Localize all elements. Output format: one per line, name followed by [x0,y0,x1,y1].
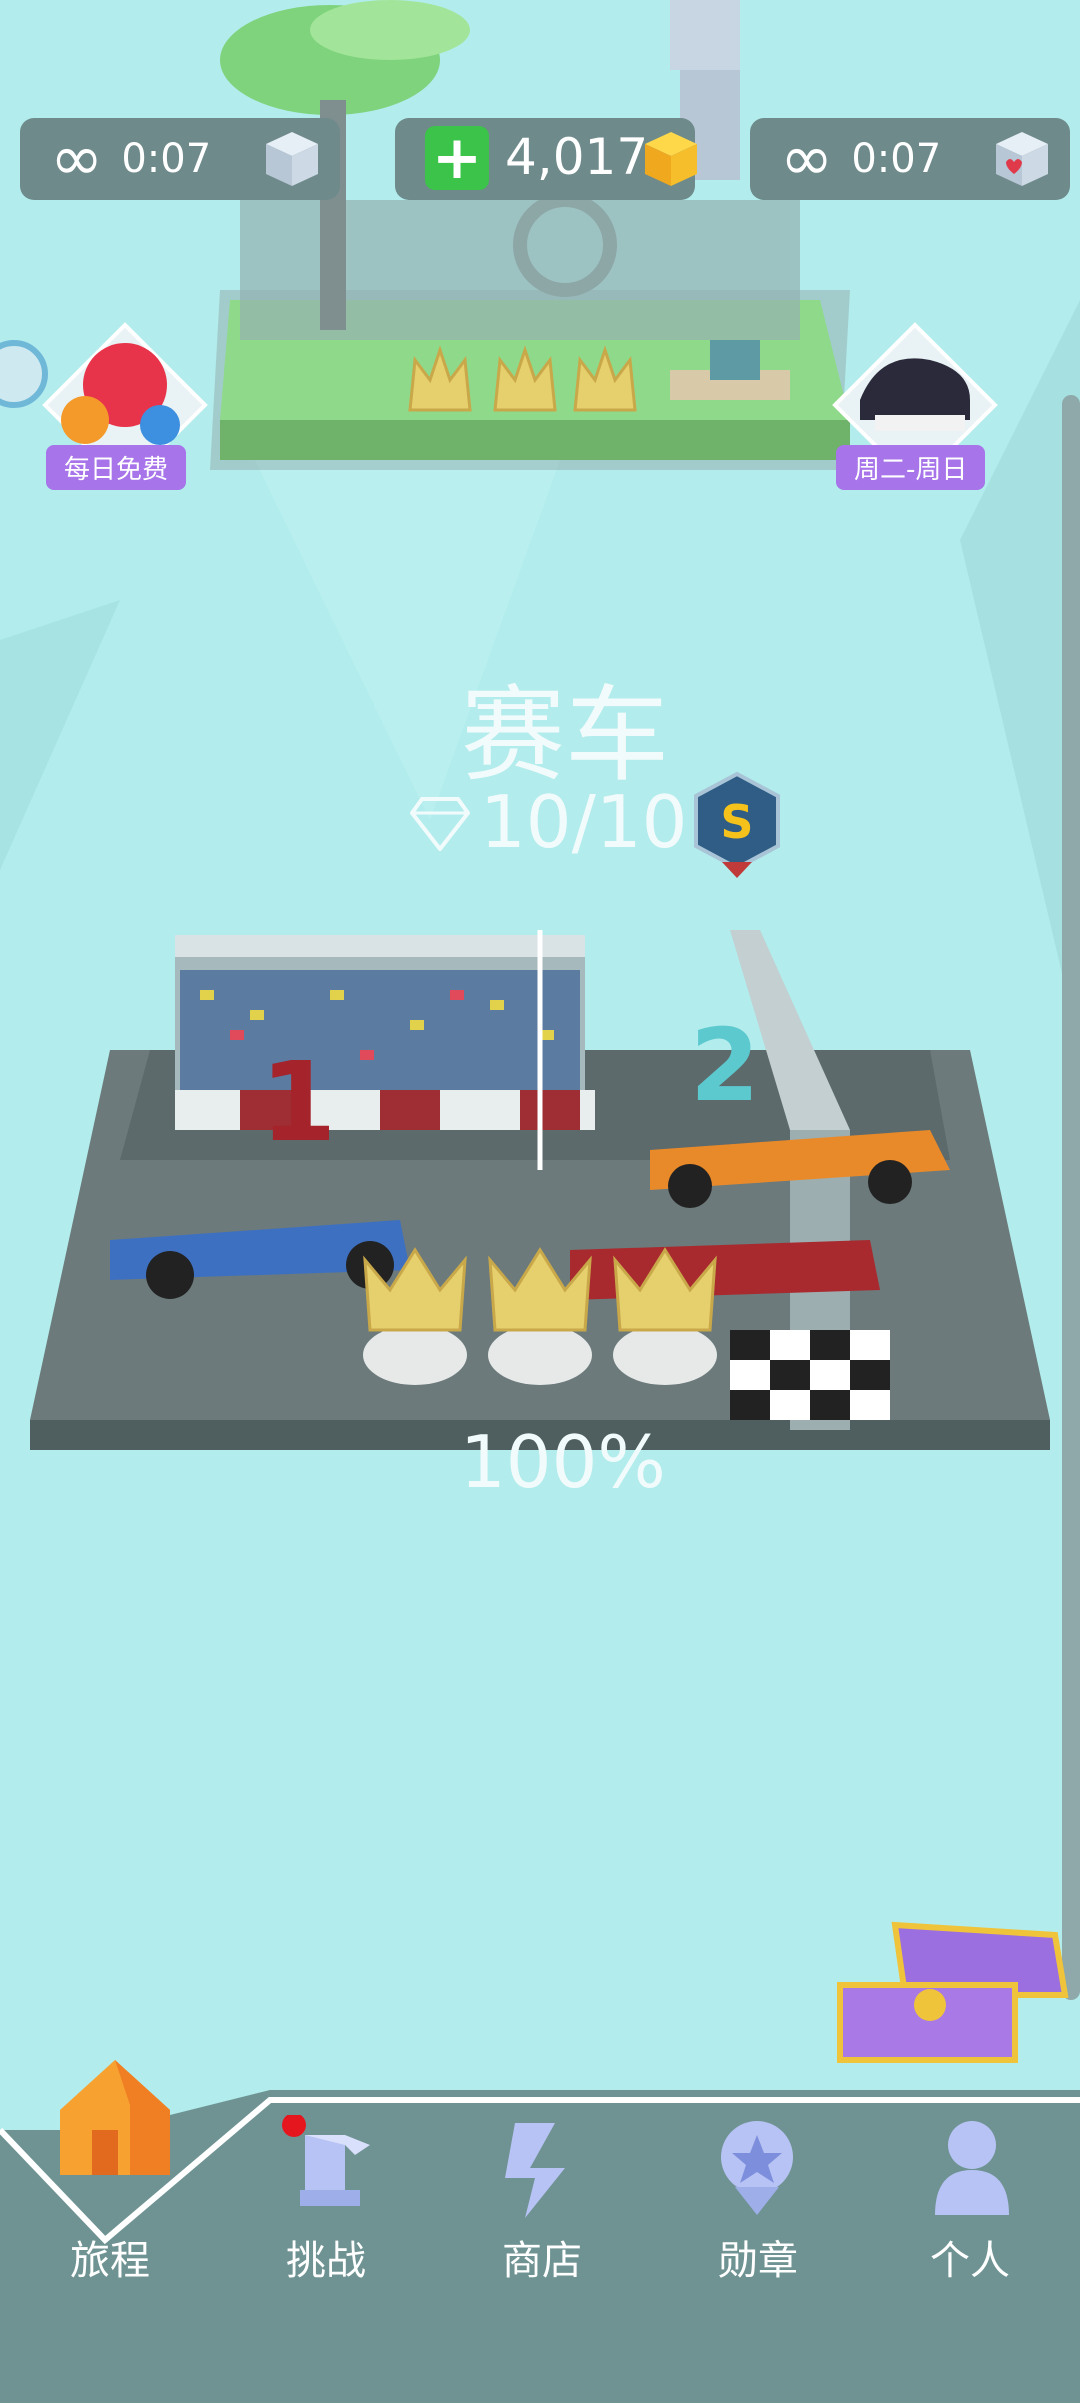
infinity-icon: ∞ [50,122,103,196]
nav-label-shop[interactable]: 商店 [434,2228,650,2286]
nav-label-challenge[interactable]: 挑战 [218,2228,434,2286]
completion-percent: 100% [460,1420,666,1504]
level-title: 赛车 [460,674,669,796]
coin-amount: 4,017 [505,128,649,186]
infinity-icon: ∞ [780,122,833,196]
medal-icon[interactable] [710,2115,805,2225]
daily-free-badge[interactable]: 每日免费 [40,320,210,490]
nav-label-journey[interactable]: 旅程 [2,2228,218,2286]
timer-text: 0:07 [851,136,942,182]
heart-cube-icon [996,132,1048,186]
svg-text:1: 1 [260,1038,337,1166]
badge-label: 每日免费 [46,445,187,490]
lives-timer-right[interactable]: ∞ 0:07 [750,118,1070,200]
lives-timer-left[interactable]: ∞ 0:07 [20,118,340,200]
challenge-icon[interactable] [280,2115,380,2220]
race-level-diorama[interactable]: 1 2 [30,930,1060,1490]
nav-label-profile[interactable]: 个人 [862,2228,1078,2286]
rank-letter: S [720,795,753,849]
timer-text: 0:07 [121,136,212,182]
nav-label-medals[interactable]: 勋章 [650,2228,866,2286]
coin-counter[interactable]: + 4,017 [395,118,697,200]
treasure-chest-icon[interactable] [835,1915,1070,2065]
rank-s-icon: S [694,771,780,878]
island-crowns [408,345,637,412]
plus-icon[interactable]: + [425,126,489,190]
cube-icon [266,132,318,186]
diamond-icon [410,797,470,851]
gem-count: 10/10 [480,780,688,864]
home-icon[interactable] [50,2055,180,2180]
scrollbar[interactable] [1062,395,1080,2000]
shop-icon[interactable] [495,2118,585,2223]
badge-label: 周二-周日 [836,445,986,490]
svg-text:2: 2 [690,1007,760,1124]
gold-cube-icon [645,132,697,186]
profile-icon[interactable] [925,2115,1020,2225]
weekday-badge[interactable]: 周二-周日 [830,320,1000,490]
notification-dot [282,2115,306,2137]
